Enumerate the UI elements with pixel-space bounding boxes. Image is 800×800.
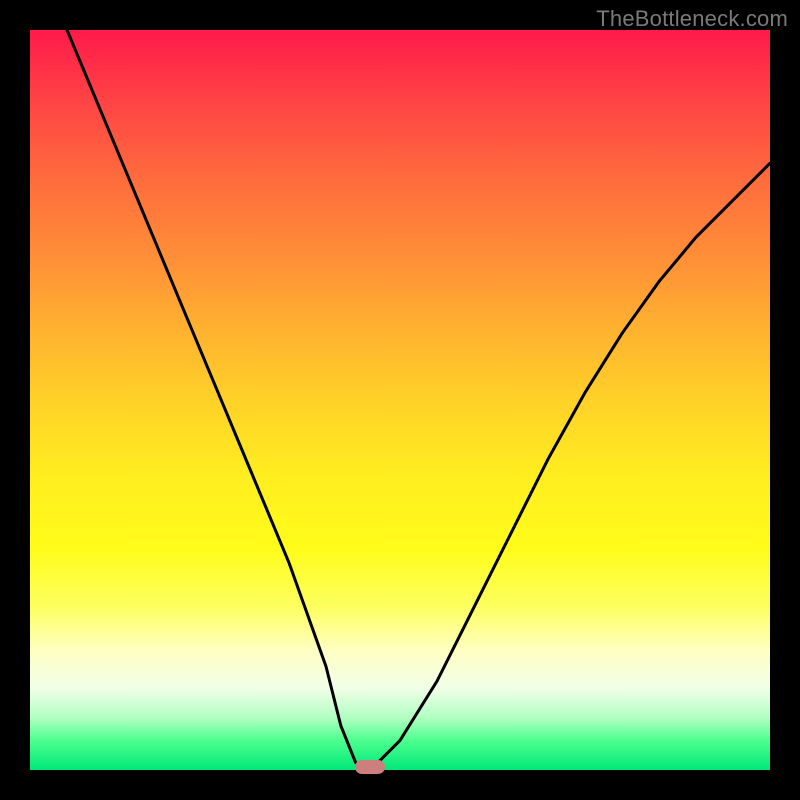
curve-layer — [30, 30, 770, 770]
bottleneck-curve — [67, 30, 770, 770]
minimum-marker — [355, 760, 385, 774]
watermark-text: TheBottleneck.com — [596, 6, 788, 32]
